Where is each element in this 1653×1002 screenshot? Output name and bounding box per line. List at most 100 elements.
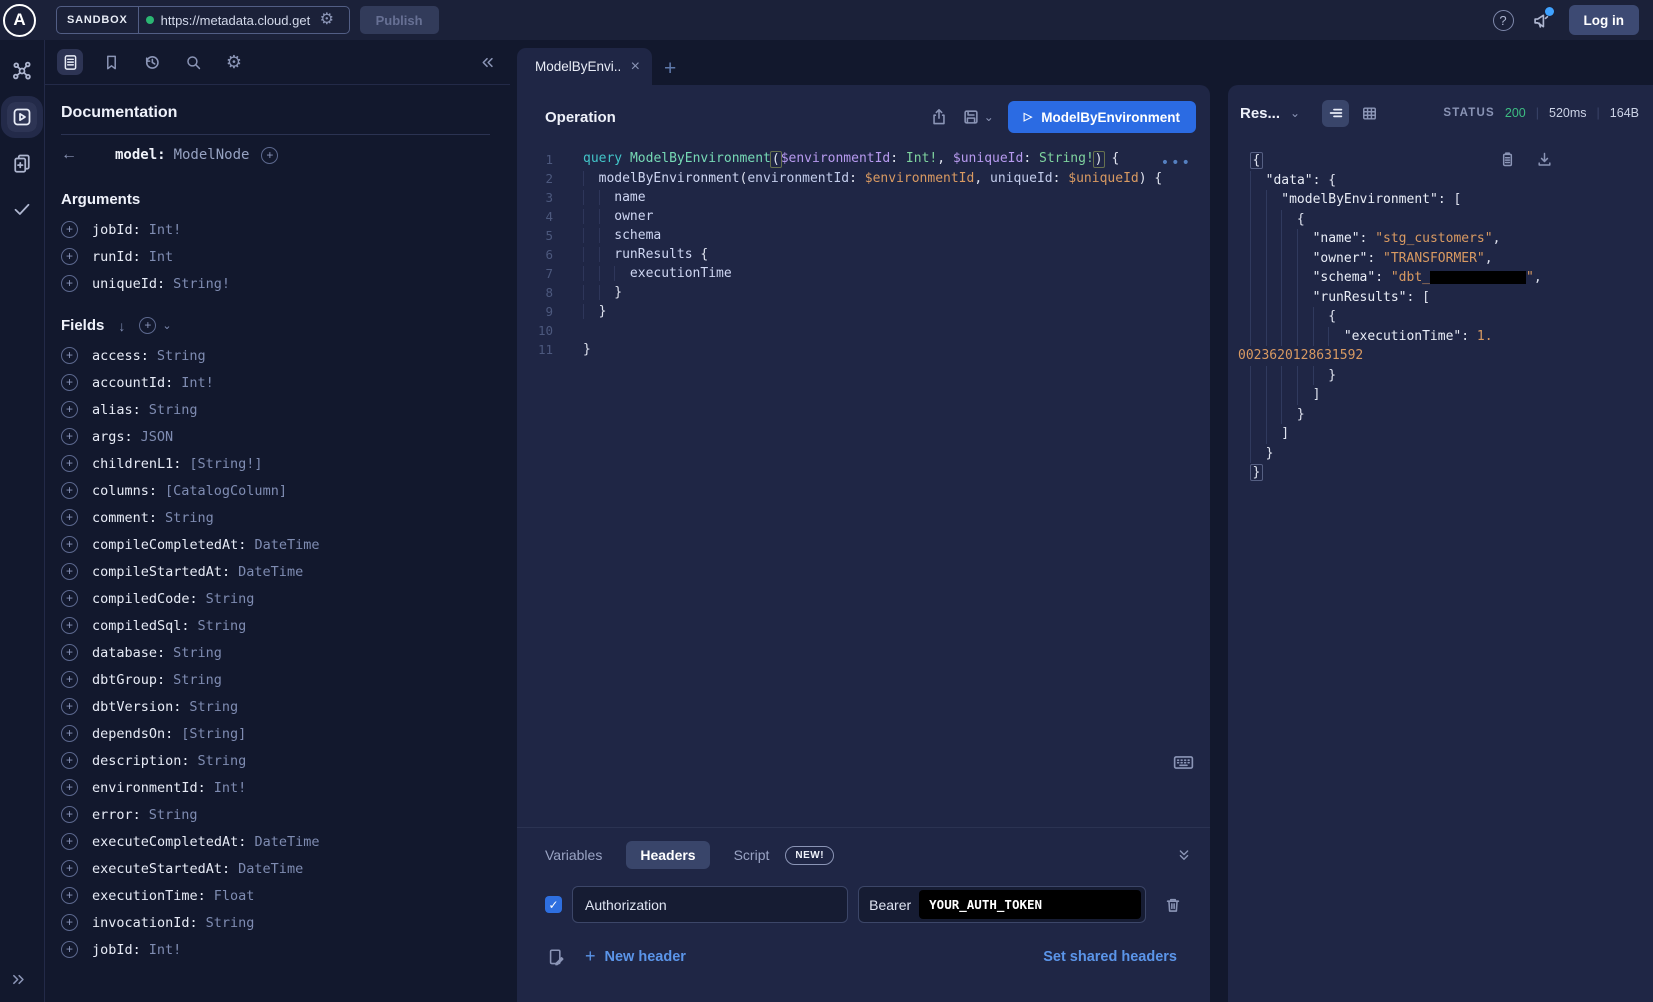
search-icon[interactable] [180, 49, 206, 75]
header-key-input[interactable] [572, 886, 848, 923]
doc-field-row[interactable]: +compiledCode:String [61, 585, 490, 612]
copy-response-icon[interactable] [1499, 151, 1516, 168]
operation-collections-icon[interactable] [7, 148, 37, 178]
field-type[interactable]: String [206, 915, 255, 931]
apollo-logo[interactable]: A [3, 4, 36, 37]
login-button[interactable]: Log in [1569, 5, 1640, 35]
field-type[interactable]: String [173, 672, 222, 688]
field-type[interactable]: String [165, 510, 214, 526]
tree-view-icon[interactable] [1322, 100, 1349, 127]
response-title-chevron-icon[interactable]: ⌄ [1290, 106, 1300, 120]
add-field-to-query-icon[interactable]: + [61, 374, 78, 391]
breadcrumb-type-name[interactable]: ModelNode [174, 147, 250, 163]
explorer-icon[interactable] [7, 102, 37, 132]
field-type[interactable]: [String] [181, 726, 246, 742]
add-field-to-query-icon[interactable]: + [61, 221, 78, 238]
save-operation-group[interactable]: ⌄ [962, 108, 994, 126]
delete-header-icon[interactable] [1164, 896, 1182, 914]
add-field-to-query-icon[interactable]: + [61, 563, 78, 580]
add-field-to-query-icon[interactable]: + [61, 509, 78, 526]
doc-field-row[interactable]: +dbtVersion:String [61, 693, 490, 720]
field-type[interactable]: Int! [214, 780, 247, 796]
response-title[interactable]: Res... [1240, 105, 1280, 122]
field-type[interactable]: [String!] [189, 456, 262, 472]
doc-field-row[interactable]: +childrenL1:[String!] [61, 450, 490, 477]
add-field-to-query-icon[interactable]: + [61, 671, 78, 688]
add-field-to-query-icon[interactable]: + [61, 941, 78, 958]
add-field-to-query-icon[interactable]: + [61, 428, 78, 445]
operation-tab[interactable]: ModelByEnvi... × [517, 48, 652, 85]
add-all-fields-icon[interactable]: + [139, 317, 156, 334]
publish-button[interactable]: Publish [360, 6, 439, 34]
graphql-editor[interactable]: ••• 1query ModelByEnvironment($environme… [517, 149, 1210, 827]
add-field-to-query-icon[interactable]: + [61, 482, 78, 499]
endpoint-url-box[interactable]: ⚙ [138, 6, 350, 34]
doc-field-row[interactable]: +executeCompletedAt:DateTime [61, 828, 490, 855]
doc-field-row[interactable]: +executeStartedAt:DateTime [61, 855, 490, 882]
field-type[interactable]: Float [214, 888, 255, 904]
back-arrow-icon[interactable]: ← [61, 146, 77, 164]
run-operation-button[interactable]: ▷ ModelByEnvironment [1008, 101, 1196, 133]
field-type[interactable]: String [173, 645, 222, 661]
doc-field-row[interactable]: +executionTime:Float [61, 882, 490, 909]
editor-more-options-icon[interactable]: ••• [1161, 155, 1192, 171]
add-field-to-query-icon[interactable]: + [61, 833, 78, 850]
auth-token-input[interactable] [919, 890, 1141, 919]
doc-field-row[interactable]: +dependsOn:[String] [61, 720, 490, 747]
field-type[interactable]: String [149, 807, 198, 823]
endpoint-settings-gear-icon[interactable]: ⚙ [320, 12, 334, 28]
header-enabled-checkbox[interactable]: ✓ [545, 896, 562, 913]
bookmark-icon[interactable] [98, 49, 124, 75]
add-field-to-query-icon[interactable]: + [61, 698, 78, 715]
doc-field-row[interactable]: +columns:[CatalogColumn] [61, 477, 490, 504]
add-field-to-query-icon[interactable]: + [61, 347, 78, 364]
doc-field-row[interactable]: +access:String [61, 342, 490, 369]
doc-field-row[interactable]: +error:String [61, 801, 490, 828]
add-field-to-query-icon[interactable]: + [61, 914, 78, 931]
add-model-to-query-icon[interactable]: + [261, 147, 278, 164]
field-type[interactable]: [CatalogColumn] [165, 483, 287, 499]
doc-field-row[interactable]: +uniqueId:String! [61, 270, 490, 297]
save-chevron-icon[interactable]: ⌄ [984, 110, 994, 124]
doc-field-row[interactable]: +environmentId:Int! [61, 774, 490, 801]
field-type[interactable]: Int! [181, 375, 214, 391]
sort-fields-icon[interactable]: ↓ [118, 318, 125, 334]
field-type[interactable]: Int! [149, 222, 182, 238]
field-type[interactable]: Int [149, 249, 173, 265]
set-shared-headers-link[interactable]: Set shared headers [1043, 949, 1177, 965]
field-type[interactable]: String [206, 591, 255, 607]
field-type[interactable]: String [198, 618, 247, 634]
field-type[interactable]: String [198, 753, 247, 769]
doc-field-row[interactable]: +alias:String [61, 396, 490, 423]
response-body[interactable]: {"data": {"modelByEnvironment": [{"name"… [1228, 141, 1653, 483]
add-field-to-query-icon[interactable]: + [61, 248, 78, 265]
doc-field-row[interactable]: +jobId:Int! [61, 936, 490, 963]
add-field-to-query-icon[interactable]: + [61, 860, 78, 877]
field-type[interactable]: String! [173, 276, 230, 292]
expand-rail-icon[interactable] [10, 971, 27, 988]
doc-field-row[interactable]: +comment:String [61, 504, 490, 531]
add-field-to-query-icon[interactable]: + [61, 401, 78, 418]
doc-field-row[interactable]: +compiledSql:String [61, 612, 490, 639]
doc-field-row[interactable]: +dbtGroup:String [61, 666, 490, 693]
endpoint-url-input[interactable] [161, 13, 313, 28]
doc-field-row[interactable]: +runId:Int [61, 243, 490, 270]
tab-script[interactable]: Script [734, 847, 770, 863]
doc-field-row[interactable]: +description:String [61, 747, 490, 774]
help-icon[interactable]: ? [1493, 10, 1514, 31]
doc-field-row[interactable]: +accountId:Int! [61, 369, 490, 396]
doc-field-row[interactable]: +jobId:Int! [61, 216, 490, 243]
tab-headers[interactable]: Headers [626, 841, 709, 869]
table-view-icon[interactable] [1356, 100, 1383, 127]
doc-field-row[interactable]: +invocationId:String [61, 909, 490, 936]
add-field-to-query-icon[interactable]: + [61, 779, 78, 796]
add-field-to-query-icon[interactable]: + [61, 644, 78, 661]
close-tab-icon[interactable]: × [631, 58, 640, 76]
field-type[interactable]: JSON [141, 429, 174, 445]
documentation-tab-icon[interactable] [57, 49, 83, 75]
add-field-to-query-icon[interactable]: + [61, 806, 78, 823]
new-tab-icon[interactable]: + [664, 57, 676, 81]
add-field-to-query-icon[interactable]: + [61, 725, 78, 742]
field-type[interactable]: String [157, 348, 206, 364]
add-field-to-query-icon[interactable]: + [61, 887, 78, 904]
